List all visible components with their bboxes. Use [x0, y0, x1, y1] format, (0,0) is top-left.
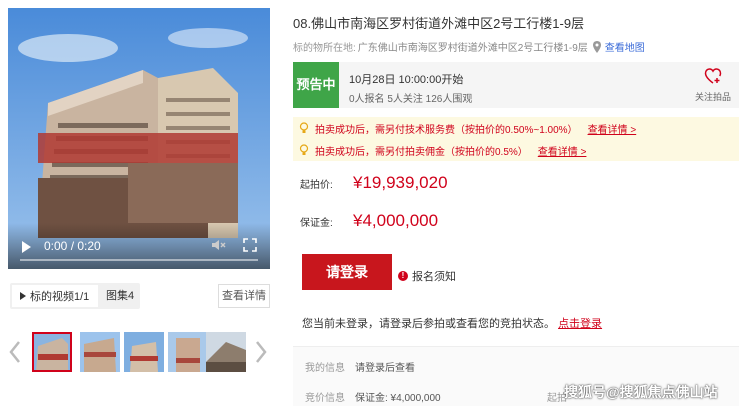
video-time: 0:00 / 0:20 [44, 239, 101, 253]
starting-price-label: 起拍价: [300, 180, 333, 191]
bid-info-row: 竞价信息 保证金: ¥4,000,000 [305, 389, 441, 404]
my-info-label: 我的信息 [305, 363, 345, 374]
chevron-right-icon[interactable] [254, 340, 268, 364]
play-icon[interactable] [22, 241, 31, 253]
starting-price-row: 起拍价: ¥19,939,020 [300, 173, 448, 193]
starting-price-value: ¥19,939,020 [353, 173, 448, 192]
video-player[interactable]: 0:00 / 0:20 [8, 8, 270, 269]
commission-notice-link[interactable]: 查看详情 > [538, 143, 587, 158]
fee-notice-link[interactable]: 查看详情 > [588, 121, 637, 136]
thumbnail-1[interactable] [32, 332, 72, 372]
thumbnail-2[interactable] [80, 332, 120, 372]
my-info-row: 我的信息 请登录后查看 [305, 359, 415, 374]
auction-status-panel: 预告中 10月28日 10:00:00开始 0人报名 5人关注 126人围观 关… [293, 62, 739, 108]
play-small-icon [20, 292, 26, 300]
map-pin-icon [592, 40, 601, 53]
lightbulb-icon [299, 144, 309, 155]
location-value: 广东佛山市南海区罗村街道外滩中区2号工行楼1-9层 [357, 43, 588, 54]
bid-info-value: 保证金: ¥4,000,000 [355, 393, 441, 404]
registration-notice-link[interactable]: ! 报名须知 [398, 268, 456, 284]
location-line: 标的物所在地: 广东佛山市南海区罗村街道外滩中区2号工行楼1-9层 查看地图 [293, 39, 645, 54]
login-prompt-text: 您当前未登录，请登录后参拍或查看您的竞拍状态。 [302, 318, 555, 330]
watermark: 搜狐号@搜狐焦点佛山站 [564, 384, 718, 400]
click-login-link[interactable]: 点击登录 [558, 318, 602, 330]
fullscreen-icon[interactable] [242, 237, 258, 253]
commission-notice-text: 拍卖成功后，需另付拍卖佣金（按拍价的0.5%） [315, 146, 528, 158]
start-time: 10月28日 10:00:00开始 [349, 74, 464, 86]
bid-info-label: 竞价信息 [305, 393, 345, 404]
follow-button[interactable]: 关注拍品 [693, 68, 733, 105]
fee-notice-2: 拍卖成功后，需另付拍卖佣金（按拍价的0.5%） 查看详情 > [293, 139, 739, 161]
info-icon: ! [398, 271, 408, 281]
chevron-left-icon[interactable] [8, 340, 22, 364]
login-button[interactable]: 请登录 [302, 254, 392, 290]
my-info-value: 请登录后查看 [355, 363, 415, 374]
fee-notice-1: 拍卖成功后，需另付技术服务费（按拍价的0.50%~1.00%） 查看详情 > [293, 117, 739, 139]
page-title: 08.佛山市南海区罗村街道外滩中区2号工行楼1-9层 [293, 16, 585, 31]
video-controls: 0:00 / 0:20 [8, 223, 270, 269]
media-tabs: 标的视频1/1 图集4 [10, 283, 140, 309]
status-badge: 预告中 [293, 62, 339, 108]
thumbnail-3[interactable] [124, 332, 164, 372]
view-map-link[interactable]: 查看地图 [605, 39, 645, 54]
thumbnail-strip [30, 332, 250, 374]
thumbnail-5[interactable] [206, 332, 246, 372]
deposit-value: ¥4,000,000 [353, 211, 439, 230]
follow-label: 关注拍品 [694, 92, 731, 102]
mute-icon[interactable] [210, 237, 226, 253]
heart-plus-icon [704, 68, 722, 84]
deposit-row: 保证金: ¥4,000,000 [300, 211, 438, 231]
fee-notice-text: 拍卖成功后，需另付技术服务费（按拍价的0.50%~1.00%） [315, 124, 578, 136]
thumbnail-4[interactable] [168, 332, 208, 372]
tab-video[interactable]: 标的视频1/1 [12, 285, 98, 307]
login-prompt: 您当前未登录，请登录后参拍或查看您的竞拍状态。 点击登录 [302, 315, 602, 331]
view-details-button[interactable]: 查看详情 [218, 284, 270, 308]
registration-notice-label: 报名须知 [412, 271, 456, 283]
tab-video-label: 标的视频1/1 [30, 291, 90, 303]
deposit-label: 保证金: [300, 218, 333, 229]
participation-stats: 0人报名 5人关注 126人围观 [349, 94, 473, 105]
lightbulb-icon [299, 122, 309, 133]
location-label: 标的物所在地: [293, 43, 356, 54]
video-progress-bar[interactable] [20, 259, 258, 261]
tab-album[interactable]: 图集4 [106, 285, 134, 307]
